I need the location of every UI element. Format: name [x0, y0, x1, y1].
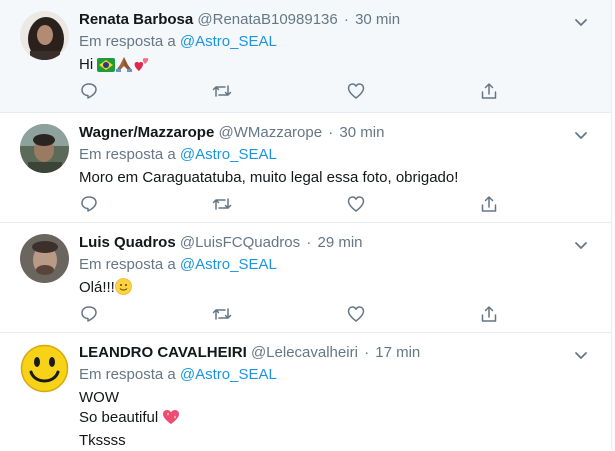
- tweet[interactable]: Wagner/Mazzarope @WMazzarope · 30 min Em…: [0, 113, 611, 223]
- share-icon[interactable]: [479, 81, 499, 101]
- author-handle[interactable]: @RenataB10989136: [197, 11, 337, 28]
- tweet-timestamp[interactable]: 29 min: [317, 234, 362, 251]
- tweet-text-line: Moro em Caraguatatuba, muito legal essa …: [79, 169, 459, 186]
- reply-context: Em resposta a @Astro_SEAL: [79, 144, 591, 166]
- like-icon[interactable]: [346, 81, 366, 101]
- chevron-down-icon[interactable]: [571, 12, 591, 32]
- avatar[interactable]: [20, 344, 69, 393]
- separator-dot: ·: [364, 344, 370, 361]
- two-hearts-icon: [133, 56, 149, 78]
- separator-dot: ·: [306, 234, 312, 251]
- share-icon[interactable]: [479, 304, 499, 324]
- share-icon[interactable]: [479, 194, 499, 214]
- reply-prefix: Em resposta a: [79, 146, 176, 163]
- tweet-actions: [79, 80, 499, 102]
- separator-dot: ·: [328, 124, 334, 141]
- retweet-icon[interactable]: [212, 81, 232, 101]
- reply-context: Em resposta a @Astro_SEAL: [79, 254, 591, 276]
- reply-context: Em resposta a @Astro_SEAL: [79, 31, 591, 53]
- tweet-timestamp[interactable]: 30 min: [355, 11, 400, 28]
- tweet-timestamp[interactable]: 17 min: [375, 344, 420, 361]
- tweet-text-line: Hi: [79, 56, 94, 73]
- reply-to-link[interactable]: @Astro_SEAL: [180, 146, 277, 163]
- avatar[interactable]: [20, 234, 69, 283]
- reply-icon[interactable]: [79, 81, 99, 101]
- tweet-text: WOW So beautiful Tkssss: [79, 388, 591, 451]
- tweet[interactable]: LEANDRO CAVALHEIRI @Lelecavalheiri · 17 …: [0, 333, 611, 450]
- tweet-actions: [79, 303, 499, 325]
- brazil-flag-icon: [97, 58, 116, 78]
- reply-to-link[interactable]: @Astro_SEAL: [180, 256, 277, 273]
- reply-icon[interactable]: [79, 194, 99, 214]
- author-name[interactable]: Renata Barbosa: [79, 11, 193, 28]
- chevron-down-icon[interactable]: [571, 345, 591, 365]
- like-icon[interactable]: [346, 304, 366, 324]
- tweet-timestamp[interactable]: 30 min: [339, 124, 384, 141]
- tweet-text-line-wrap: So beautiful: [79, 408, 591, 431]
- reply-prefix: Em resposta a: [79, 366, 176, 383]
- author-name[interactable]: Wagner/Mazzarope: [79, 124, 214, 141]
- tweet-text-line: Tkssss: [79, 432, 126, 449]
- reply-prefix: Em resposta a: [79, 33, 176, 50]
- separator-dot: ·: [343, 11, 349, 28]
- author-handle[interactable]: @WMazzarope: [218, 124, 322, 141]
- like-icon[interactable]: [346, 194, 366, 214]
- tweet-text: Hi: [79, 55, 591, 78]
- chevron-down-icon[interactable]: [571, 235, 591, 255]
- retweet-icon[interactable]: [212, 194, 232, 214]
- reply-icon[interactable]: [79, 304, 99, 324]
- avatar[interactable]: [20, 11, 69, 60]
- chevron-down-icon[interactable]: [571, 125, 591, 145]
- author-handle[interactable]: @LuisFCQuadros: [180, 234, 300, 251]
- tweet-text-line: Olá!!!: [79, 279, 115, 296]
- reply-context: Em resposta a @Astro_SEAL: [79, 364, 591, 386]
- retweet-icon[interactable]: [212, 304, 232, 324]
- tweet-text: Olá!!!: [79, 278, 591, 301]
- author-name[interactable]: Luis Quadros: [79, 234, 176, 251]
- avatar[interactable]: [20, 124, 69, 173]
- author-handle[interactable]: @Lelecavalheiri: [251, 344, 358, 361]
- tweet-text-line: So beautiful: [79, 409, 159, 426]
- tweet-actions: [79, 193, 499, 215]
- author-name[interactable]: LEANDRO CAVALHEIRI: [79, 344, 247, 361]
- replies-timeline: Renata Barbosa @RenataB10989136 · 30 min…: [0, 0, 612, 450]
- tweet-text: Moro em Caraguatatuba, muito legal essa …: [79, 168, 591, 188]
- tweet-text-line: WOW: [79, 389, 119, 406]
- sparkling-heart-icon: [162, 409, 180, 431]
- praying-hands-icon: [115, 56, 133, 78]
- slightly-smiling-face-icon: [114, 278, 132, 301]
- tweet[interactable]: Luis Quadros @LuisFCQuadros · 29 min Em …: [0, 223, 611, 333]
- reply-to-link[interactable]: @Astro_SEAL: [180, 33, 277, 50]
- reply-prefix: Em resposta a: [79, 256, 176, 273]
- tweet[interactable]: Renata Barbosa @RenataB10989136 · 30 min…: [0, 0, 611, 113]
- reply-to-link[interactable]: @Astro_SEAL: [180, 366, 277, 383]
